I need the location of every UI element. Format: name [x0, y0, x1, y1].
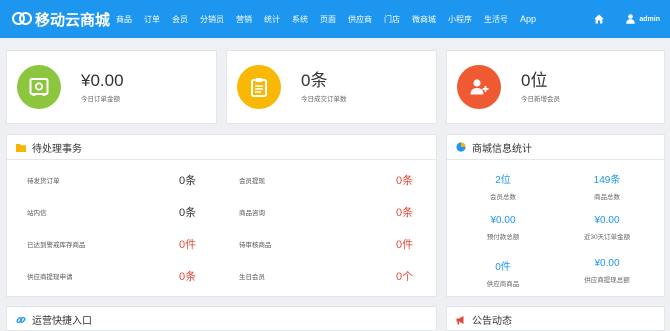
brand[interactable]: 移动云商城 — [0, 9, 110, 30]
table-row: 供应商提现申请 0条 生日会员 0个 — [7, 263, 431, 287]
link-icon — [16, 315, 26, 325]
task-value[interactable]: 0个 — [396, 268, 413, 284]
stat-item[interactable]: 2位 会员总数 — [453, 171, 553, 201]
stat-value: ¥0.00 — [594, 215, 620, 226]
nav-item-app[interactable]: App — [520, 14, 536, 24]
nav-item-statistics[interactable]: 统计 — [264, 14, 280, 25]
stat-item[interactable]: ¥0.00 近30天订单金额 — [557, 215, 657, 241]
card-value: 0条 — [301, 71, 328, 90]
task-value[interactable]: 0件 — [396, 236, 413, 252]
nav-item-suppliers[interactable]: 供应商 — [348, 14, 372, 25]
stat-value: 2位 — [495, 175, 511, 186]
panel-title: 公告动态 — [472, 316, 512, 327]
nav-item-system[interactable]: 系统 — [292, 14, 308, 25]
nav-item-products[interactable]: 商品 — [116, 14, 132, 25]
table-row: 待发货订单 0条 会员提现 0条 — [7, 167, 431, 191]
card-label: 今日新增会员 — [521, 96, 560, 103]
main-nav: 商品 订单 会员 分销员 营销 统计 系统 页面 供应商 门店 微商城 小程序 … — [116, 14, 548, 25]
add-user-icon — [457, 65, 501, 109]
nav-item-pages[interactable]: 页面 — [320, 14, 336, 25]
task-value[interactable]: 0件 — [179, 236, 196, 252]
pending-tasks-panel: 待处理事务 待发货订单 0条 会员提现 0条 站内信 0条 商品咨询 0条 已达… — [6, 134, 437, 297]
panel-header: 待处理事务 — [7, 135, 436, 160]
stat-label: 供应商提现总额 — [584, 277, 630, 284]
top-right-area: admin — [594, 0, 660, 38]
task-label[interactable]: 站内信 — [27, 207, 47, 217]
card-value: 0位 — [521, 71, 548, 90]
stat-label: 商品总数 — [594, 194, 620, 201]
stat-item[interactable]: 0件 供应商商品 — [453, 258, 553, 288]
stat-item[interactable]: ¥0.00 预付款总额 — [453, 215, 553, 241]
nav-item-orders[interactable]: 订单 — [144, 14, 160, 25]
stat-label: 近30天订单金额 — [583, 234, 631, 241]
task-value[interactable]: 0条 — [179, 172, 196, 188]
panel-title: 商城信息统计 — [472, 143, 532, 155]
nav-item-members[interactable]: 会员 — [172, 14, 188, 25]
card-label: 今日订单金额 — [81, 96, 120, 103]
task-label[interactable]: 商品咨询 — [239, 207, 265, 217]
shortcuts-panel: 运营快捷入口 — [6, 306, 437, 331]
stat-value: ¥0.00 — [490, 215, 516, 226]
user-icon — [626, 14, 636, 24]
top-nav-bar: 移动云商城 商品 订单 会员 分销员 营销 统计 系统 页面 供应商 门店 微商… — [0, 0, 670, 38]
user-name[interactable]: admin — [639, 16, 660, 23]
stat-card-orders-count: 0条 今日成交订单数 — [226, 50, 437, 124]
task-label[interactable]: 会员提现 — [239, 175, 265, 185]
nav-item-mini-program[interactable]: 小程序 — [448, 14, 472, 25]
nav-item-marketing[interactable]: 营销 — [236, 14, 252, 25]
stat-value: ¥0.00 — [594, 258, 620, 269]
nav-item-distributors[interactable]: 分销员 — [200, 14, 224, 25]
megaphone-icon — [456, 315, 466, 325]
task-label[interactable]: 待发货订单 — [27, 175, 60, 185]
task-label[interactable]: 生日会员 — [239, 271, 265, 281]
table-row: 已达到警戒库存商品 0件 待审核商品 0件 — [7, 231, 431, 255]
stat-item[interactable]: ¥0.00 供应商提现总额 — [557, 258, 657, 284]
stat-label: 供应商商品 — [486, 281, 520, 288]
clipboard-icon — [237, 65, 281, 109]
task-value[interactable]: 0条 — [396, 204, 413, 220]
task-value[interactable]: 0条 — [396, 172, 413, 188]
card-value: ¥0.00 — [81, 71, 124, 90]
panel-title: 运营快捷入口 — [32, 316, 92, 327]
card-label: 今日成交订单数 — [301, 96, 347, 103]
nav-item-stores[interactable]: 门店 — [384, 14, 400, 25]
stat-value: 149条 — [593, 175, 621, 186]
table-row: 站内信 0条 商品咨询 0条 — [7, 199, 431, 223]
safe-icon — [17, 65, 61, 109]
folder-icon — [16, 143, 26, 152]
stat-value: 0件 — [495, 262, 511, 273]
stat-label: 预付款总额 — [486, 234, 520, 241]
panel-title: 待处理事务 — [32, 143, 82, 155]
brand-logo-icon — [12, 12, 32, 26]
task-label[interactable]: 待审核商品 — [239, 239, 272, 249]
task-label[interactable]: 供应商提现申请 — [27, 271, 73, 281]
nav-item-life-account[interactable]: 生活号 — [484, 14, 508, 25]
announcements-panel: 公告动态 — [446, 306, 665, 331]
task-value[interactable]: 0条 — [179, 204, 196, 220]
nav-item-wechat-mall[interactable]: 微商城 — [412, 14, 436, 25]
panel-header: 运营快捷入口 — [7, 307, 436, 331]
mall-stats-panel: 商城信息统计 2位 会员总数 149条 商品总数 ¥0.00 预付款总额 ¥0.… — [446, 134, 665, 297]
stat-card-new-members: 0位 今日新增会员 — [446, 50, 665, 124]
task-label[interactable]: 已达到警戒库存商品 — [27, 239, 86, 249]
stat-label: 会员总数 — [490, 194, 516, 201]
stat-card-order-amount: ¥0.00 今日订单金额 — [6, 50, 217, 124]
pie-chart-icon — [456, 142, 466, 152]
task-value[interactable]: 0条 — [179, 268, 196, 284]
brand-name: 移动云商城 — [34, 11, 110, 29]
home-icon[interactable] — [594, 14, 605, 24]
panel-header: 商城信息统计 — [447, 135, 664, 160]
stat-item[interactable]: 149条 商品总数 — [557, 171, 657, 201]
panel-header: 公告动态 — [447, 307, 664, 331]
